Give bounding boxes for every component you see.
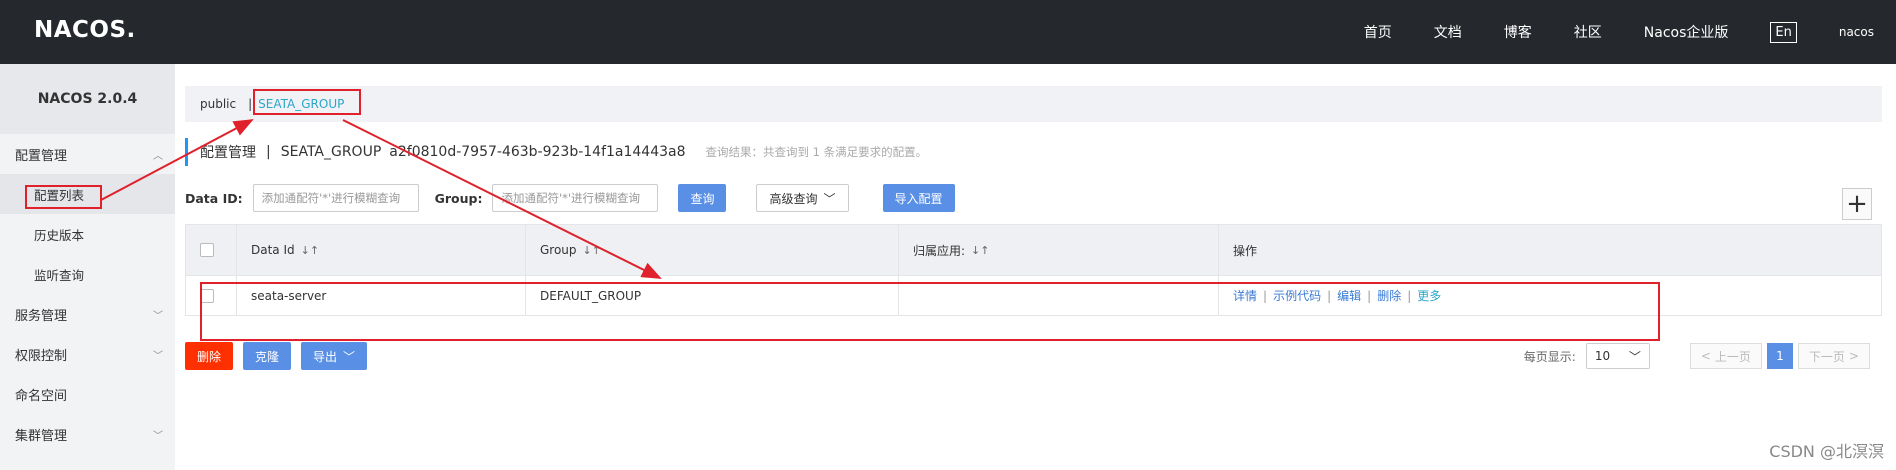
page-size-label: 每页显示:	[1523, 349, 1576, 364]
menu-service-management[interactable]: 服务管理 ﹀	[0, 294, 175, 334]
delete-button[interactable]: 删除	[185, 342, 234, 370]
csdn-watermark: CSDN @北溟溟	[1769, 442, 1884, 461]
row-data-id: seata-server	[237, 276, 526, 315]
op-sample-code-link[interactable]: 示例代码	[1273, 287, 1321, 304]
row-group: DEFAULT_GROUP	[526, 276, 899, 315]
sort-icon[interactable]: ↓↑	[971, 244, 989, 257]
row-select-cell	[186, 276, 237, 315]
bulk-actions: 删除 克隆 导出 ﹀	[185, 342, 377, 370]
search-bar: Data ID: 添加通配符'*'进行模糊查询 Group: 添加通配符'*'进…	[185, 183, 955, 213]
table-row: seata-server DEFAULT_GROUP 详情 | 示例代码 | 编…	[186, 275, 1881, 315]
page-title: 配置管理 | SEATA_GROUP a2f0810d-7957-463b-92…	[185, 138, 927, 166]
menu-access-control[interactable]: 权限控制 ﹀	[0, 334, 175, 374]
chevron-down-icon: ﹀	[823, 191, 836, 206]
export-label: 导出	[313, 349, 338, 364]
chevron-left-icon: <	[1700, 349, 1711, 363]
chevron-down-icon: ﹀	[343, 349, 356, 364]
version-label: NACOS 2.0.4	[0, 64, 175, 134]
advanced-query-button[interactable]: 高级查询 ﹀	[756, 184, 849, 212]
add-config-button[interactable]: +	[1842, 188, 1872, 220]
config-table: Data Id ↓↑ Group ↓↑ 归属应用: ↓↑ 操作 seata-se…	[185, 224, 1882, 316]
data-id-label: Data ID:	[185, 190, 243, 206]
menu-access-control-label: 权限控制	[15, 348, 68, 364]
query-button[interactable]: 查询	[678, 184, 727, 212]
prev-page-button[interactable]: < 上一页	[1689, 343, 1762, 369]
header-app-label: 归属应用:	[913, 243, 966, 258]
namespace-public[interactable]: public	[200, 97, 236, 111]
header-group-label: Group	[540, 243, 577, 257]
export-button[interactable]: 导出 ﹀	[301, 342, 368, 370]
page-title-label: 配置管理	[200, 145, 256, 161]
namespace-seata-group[interactable]: SEATA_GROUP	[258, 97, 344, 111]
group-label: Group:	[434, 190, 483, 206]
menu-config-list[interactable]: 配置列表	[0, 174, 175, 214]
namespace-breadcrumb: public | SEATA_GROUP	[185, 86, 1882, 122]
import-config-button[interactable]: 导入配置	[882, 184, 955, 212]
data-id-input[interactable]: 添加通配符'*'进行模糊查询	[252, 184, 419, 212]
breadcrumb-separator: |	[248, 97, 253, 111]
menu-listen-query[interactable]: 监听查询	[0, 254, 175, 294]
header-data-id[interactable]: Data Id ↓↑	[237, 225, 526, 275]
page-size-select[interactable]: 10 ﹀	[1585, 343, 1650, 369]
header-data-id-label: Data Id	[251, 243, 295, 257]
op-separator: |	[1407, 288, 1412, 303]
select-all-cell	[186, 225, 237, 275]
main-content: public | SEATA_GROUP 配置管理 | SEATA_GROUP …	[185, 64, 1882, 470]
header-group[interactable]: Group ↓↑	[526, 225, 899, 275]
nav-home[interactable]: 首页	[1364, 22, 1392, 42]
op-detail-link[interactable]: 详情	[1233, 287, 1257, 304]
page-number-current[interactable]: 1	[1766, 343, 1793, 369]
nav-blog[interactable]: 博客	[1504, 22, 1532, 42]
menu-cluster-management[interactable]: 集群管理 ﹀	[0, 414, 175, 454]
nacos-logo[interactable]: NACOS.	[34, 17, 136, 43]
sort-icon[interactable]: ↓↑	[301, 244, 319, 257]
menu-config-management[interactable]: 配置管理 ︿	[0, 134, 175, 174]
header-app[interactable]: 归属应用: ↓↑	[899, 225, 1219, 275]
nav-docs[interactable]: 文档	[1434, 22, 1462, 42]
sort-icon[interactable]: ↓↑	[583, 244, 601, 257]
chevron-down-icon: ﹀	[153, 351, 163, 362]
top-header: NACOS. 首页 文档 博客 社区 Nacos企业版 En nacos	[0, 0, 1896, 64]
op-delete-link[interactable]: 删除	[1377, 287, 1401, 304]
chevron-right-icon: >	[1848, 349, 1859, 363]
advanced-query-label: 高级查询	[769, 191, 818, 206]
title-group: SEATA_GROUP	[280, 144, 382, 160]
user-menu[interactable]: nacos	[1839, 25, 1874, 39]
language-toggle[interactable]: En	[1770, 21, 1797, 43]
op-separator: |	[1367, 288, 1372, 303]
op-separator: |	[1327, 288, 1332, 303]
menu-cluster-management-label: 集群管理	[15, 428, 68, 444]
row-operations: 详情 | 示例代码 | 编辑 | 删除 | 更多	[1219, 276, 1881, 315]
op-edit-link[interactable]: 编辑	[1337, 287, 1361, 304]
op-separator: |	[1263, 288, 1268, 303]
query-result-text: 查询结果：共查询到 1 条满足要求的配置。	[705, 145, 928, 159]
clone-button[interactable]: 克隆	[243, 342, 292, 370]
title-tenant-id: a2f0810d-7957-463b-923b-14f1a14443a8	[389, 144, 686, 160]
chevron-down-icon: ﹀	[153, 431, 163, 442]
pagination: 每页显示: 10 ﹀ < 上一页 1 下一页 >	[1524, 343, 1870, 369]
top-nav: 首页 文档 博客 社区 Nacos企业版 En nacos	[1364, 0, 1896, 64]
chevron-down-icon: ﹀	[153, 311, 163, 322]
menu-config-management-label: 配置管理	[15, 148, 68, 164]
nav-community[interactable]: 社区	[1574, 22, 1602, 42]
page-size-value: 10	[1594, 349, 1611, 363]
table-header: Data Id ↓↑ Group ↓↑ 归属应用: ↓↑ 操作	[186, 225, 1881, 275]
row-app	[899, 276, 1219, 315]
group-input[interactable]: 添加通配符'*'进行模糊查询	[492, 184, 659, 212]
select-all-checkbox[interactable]	[200, 243, 214, 257]
chevron-down-icon: ﹀	[1628, 349, 1641, 364]
next-page-button[interactable]: 下一页 >	[1797, 343, 1870, 369]
prev-page-label: 上一页	[1714, 349, 1751, 364]
title-separator: |	[266, 144, 271, 160]
menu-service-management-label: 服务管理	[15, 308, 68, 324]
op-more-link[interactable]: 更多	[1417, 287, 1441, 304]
row-checkbox[interactable]	[200, 288, 214, 303]
menu-history[interactable]: 历史版本	[0, 214, 175, 254]
chevron-up-icon: ︿	[153, 151, 163, 162]
next-page-label: 下一页	[1808, 349, 1845, 364]
sidebar: NACOS 2.0.4 配置管理 ︿ 配置列表 历史版本 监听查询 服务管理 ﹀…	[0, 64, 175, 470]
nav-enterprise[interactable]: Nacos企业版	[1644, 22, 1729, 42]
menu-namespace[interactable]: 命名空间	[0, 374, 175, 414]
header-ops: 操作	[1233, 243, 1258, 258]
